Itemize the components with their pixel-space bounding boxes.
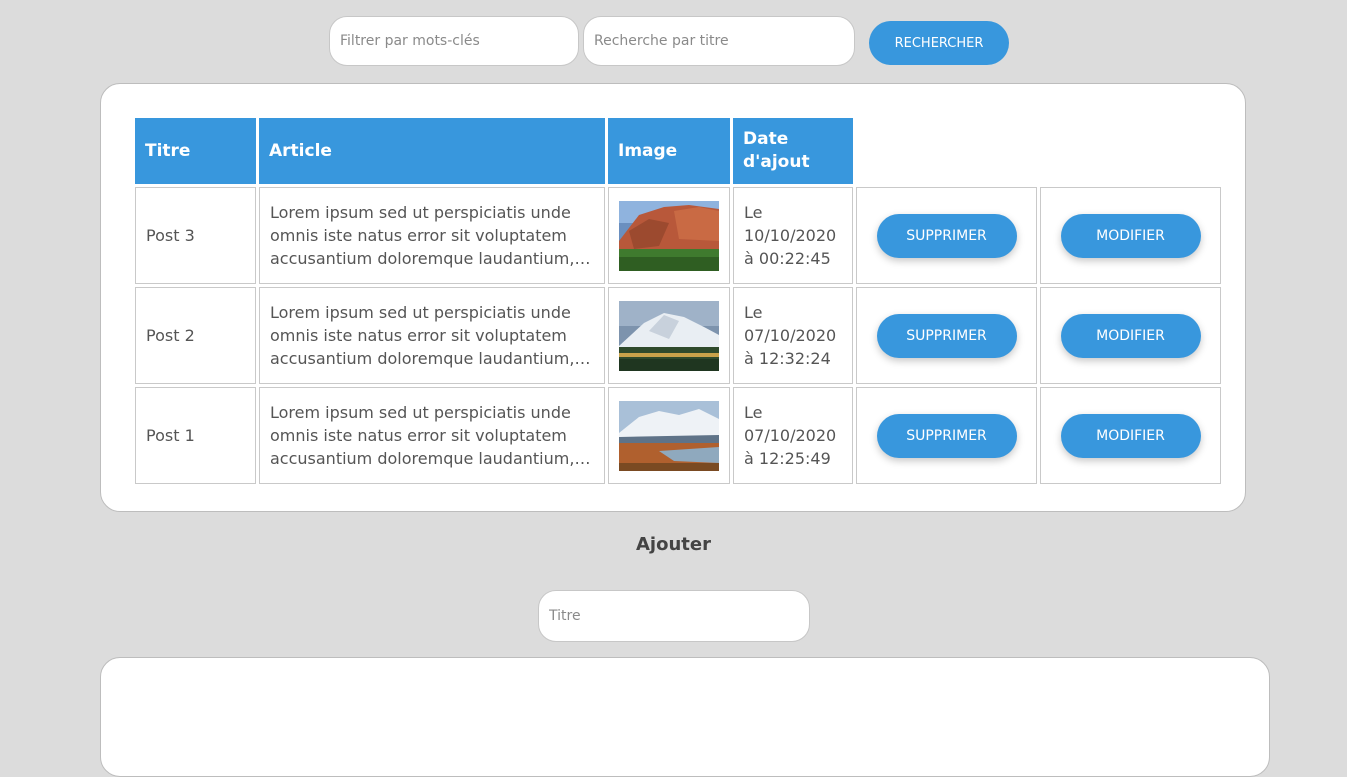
table-row: Post 1 Lorem ipsum sed ut perspiciatis u… (135, 387, 1221, 484)
delete-button[interactable]: SUPPRIMER (876, 213, 1017, 258)
column-header-blank (1040, 118, 1221, 184)
column-header-blank (856, 118, 1037, 184)
table-header-row: Titre Article Image Date d'ajout (135, 118, 1221, 184)
edit-cell: MODIFIER (1040, 387, 1221, 484)
post-date-cell: Le 07/10/2020 à 12:32:24 (733, 287, 853, 384)
post-article-cell: Lorem ipsum sed ut perspiciatis unde omn… (259, 187, 605, 284)
edit-button[interactable]: MODIFIER (1060, 213, 1201, 258)
post-title-cell: Post 1 (135, 387, 256, 484)
post-image-cell (608, 287, 730, 384)
edit-button[interactable]: MODIFIER (1060, 413, 1201, 458)
snowy-mountain-forest-photo (619, 300, 719, 371)
post-image-cell (608, 187, 730, 284)
article-editor-area[interactable] (100, 657, 1270, 777)
mountain-lake-autumn-photo (619, 400, 719, 471)
column-header-image: Image (608, 118, 730, 184)
title-search-input[interactable] (583, 16, 855, 66)
posts-table: Titre Article Image Date d'ajout Post 3 … (132, 115, 1224, 487)
post-article-text: Lorem ipsum sed ut perspiciatis unde omn… (270, 403, 575, 468)
post-date-text: Le 10/10/2020 à 00:22:45 (744, 203, 837, 268)
red-rock-canyon-photo (619, 200, 719, 271)
post-date-cell: Le 07/10/2020 à 12:25:49 (733, 387, 853, 484)
table-row: Post 3 Lorem ipsum sed ut perspiciatis u… (135, 187, 1221, 284)
keywords-filter-input[interactable] (329, 16, 579, 66)
column-header-date-label: Date d'ajout (743, 129, 810, 172)
delete-cell: SUPPRIMER (856, 187, 1037, 284)
delete-button[interactable]: SUPPRIMER (876, 413, 1017, 458)
post-date-text: Le 07/10/2020 à 12:25:49 (744, 403, 837, 468)
post-image-cell (608, 387, 730, 484)
column-header-date: Date d'ajout (733, 118, 853, 184)
post-title-cell: Post 2 (135, 287, 256, 384)
post-date-cell: Le 10/10/2020 à 00:22:45 (733, 187, 853, 284)
edit-cell: MODIFIER (1040, 187, 1221, 284)
table-row: Post 2 Lorem ipsum sed ut perspiciatis u… (135, 287, 1221, 384)
edit-cell: MODIFIER (1040, 287, 1221, 384)
post-article-text: Lorem ipsum sed ut perspiciatis unde omn… (270, 303, 575, 368)
post-article-cell: Lorem ipsum sed ut perspiciatis unde omn… (259, 387, 605, 484)
add-section-heading: Ajouter (636, 534, 711, 555)
delete-cell: SUPPRIMER (856, 287, 1037, 384)
column-header-article: Article (259, 118, 605, 184)
post-article-text: Lorem ipsum sed ut perspiciatis unde omn… (270, 203, 575, 268)
column-header-title: Titre (135, 118, 256, 184)
post-title-cell: Post 3 (135, 187, 256, 284)
new-post-title-input[interactable] (538, 590, 810, 642)
search-button[interactable]: RECHERCHER (869, 21, 1009, 65)
posts-table-card: Titre Article Image Date d'ajout Post 3 … (100, 83, 1246, 512)
delete-button[interactable]: SUPPRIMER (876, 313, 1017, 358)
post-article-cell: Lorem ipsum sed ut perspiciatis unde omn… (259, 287, 605, 384)
post-date-text: Le 07/10/2020 à 12:32:24 (744, 303, 837, 368)
edit-button[interactable]: MODIFIER (1060, 313, 1201, 358)
delete-cell: SUPPRIMER (856, 387, 1037, 484)
